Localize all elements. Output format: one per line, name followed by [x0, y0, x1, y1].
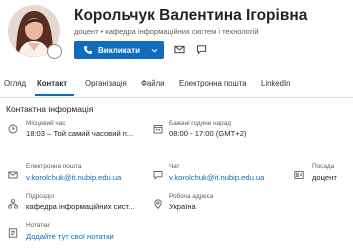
working-hours-value: 08:00 - 17:00 (GMT+2): [169, 129, 247, 138]
work-address-label: Робоча адреса: [169, 193, 214, 200]
tab-email[interactable]: Електронна пошта: [179, 79, 247, 88]
chat-link[interactable]: v.korolchuk@it.nubip.edu.ua: [169, 173, 289, 182]
phone-icon: [84, 46, 92, 54]
contact-card-icon: [294, 171, 304, 179]
position-value: доцент: [312, 173, 337, 182]
mail-icon: [8, 171, 18, 179]
notes-label: Нотатки: [26, 222, 50, 229]
local-time-label: Місцевий час: [26, 120, 66, 127]
call-button-label: Викликати: [98, 45, 141, 55]
calendar-icon: [153, 125, 163, 134]
tab-linkedin[interactable]: LinkedIn: [261, 79, 290, 88]
email-label: Електронна пошта: [26, 163, 82, 170]
chat-label: Чат: [169, 163, 180, 170]
org-icon: [8, 199, 18, 209]
chevron-down-icon[interactable]: [151, 47, 158, 54]
tab-contact[interactable]: Контакт: [37, 79, 67, 88]
chat-icon[interactable]: [196, 44, 207, 55]
email-link[interactable]: v.korolchuk@it.nubip.edu.ua: [26, 173, 151, 182]
department-value: кафедра інформаційних сист...: [26, 202, 135, 211]
department-label: Підрозділ: [26, 193, 55, 200]
tab-files[interactable]: Файли: [141, 79, 165, 88]
contact-subtitle: доцент • кафедра інформаційних систем і …: [74, 27, 259, 36]
mail-icon[interactable]: [174, 44, 185, 55]
active-tab-indicator: [35, 94, 74, 96]
working-hours-label: Бажані години нарад: [169, 120, 231, 127]
section-title: Контактна інформація: [6, 104, 94, 114]
position-label: Посада: [312, 163, 335, 170]
clock-icon: [8, 124, 18, 134]
tab-organization[interactable]: Організація: [85, 79, 127, 88]
tab-overview[interactable]: Огляд: [4, 79, 26, 88]
contact-card: Корольчук Валентина Ігорівна доцент • ка…: [0, 0, 353, 248]
chat-icon: [153, 171, 163, 180]
call-button[interactable]: Викликати: [74, 41, 164, 59]
work-address-value: Україна: [169, 202, 196, 211]
local-time-value: 18:03 – Той самий часовий п...: [26, 129, 134, 138]
add-notes-link[interactable]: Додайте тут свої нотатки: [26, 232, 166, 241]
contact-name: Корольчук Валентина Ігорівна: [74, 7, 308, 24]
location-icon: [154, 199, 162, 209]
note-icon: [8, 228, 18, 238]
presence-status-icon: [47, 44, 62, 59]
